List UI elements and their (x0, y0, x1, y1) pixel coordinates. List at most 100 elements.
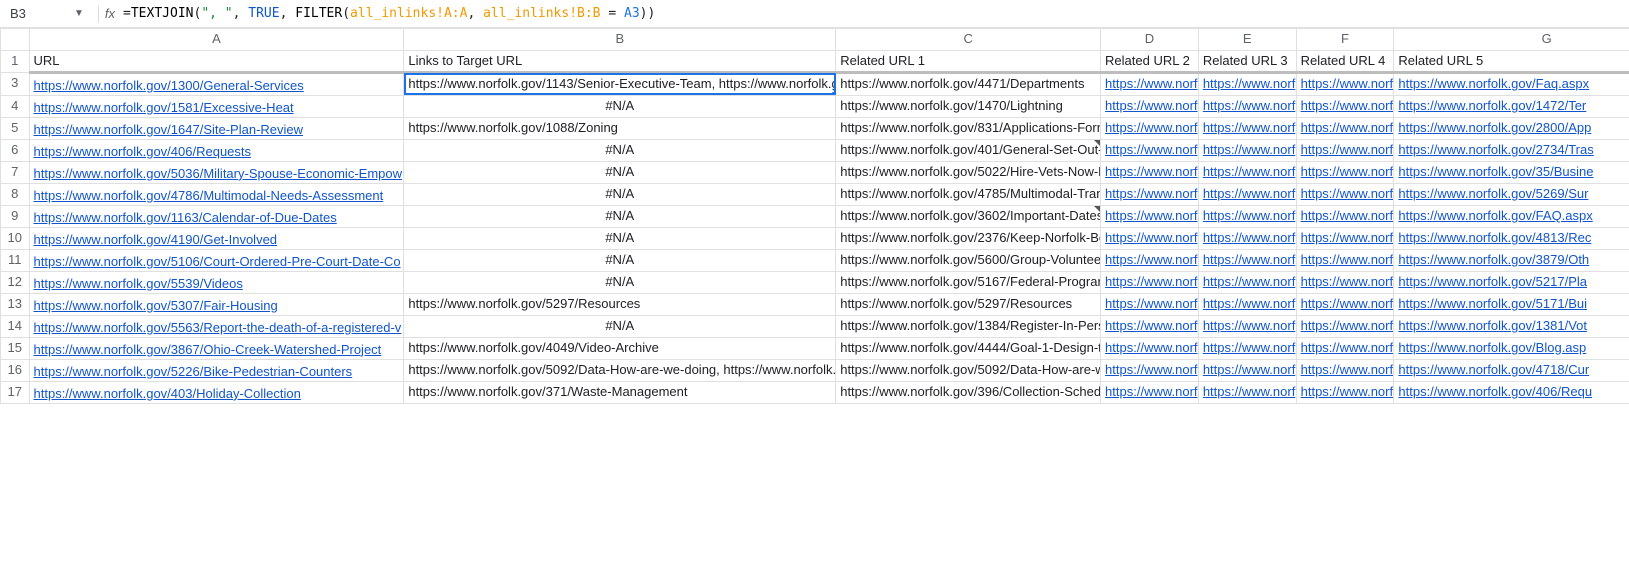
cell-B14[interactable]: #N/A (404, 315, 836, 337)
url-link[interactable]: https://www.norf (1203, 98, 1295, 113)
cell-G7[interactable]: https://www.norfolk.gov/35/Busine (1394, 161, 1629, 183)
cell-D16[interactable]: https://www.norf (1101, 359, 1199, 381)
cell-F14[interactable]: https://www.norf (1296, 315, 1394, 337)
cell-F8[interactable]: https://www.norf (1296, 183, 1394, 205)
cell-D15[interactable]: https://www.norf (1101, 337, 1199, 359)
cell-D7[interactable]: https://www.norf (1101, 161, 1199, 183)
cell-A15[interactable]: https://www.norfolk.gov/3867/Ohio-Creek-… (29, 337, 404, 359)
cell-D10[interactable]: https://www.norf (1101, 227, 1199, 249)
cell-G4[interactable]: https://www.norfolk.gov/1472/Ter (1394, 95, 1629, 117)
cell-F13[interactable]: https://www.norf (1296, 293, 1394, 315)
cell-D8[interactable]: https://www.norf (1101, 183, 1199, 205)
url-link[interactable]: https://www.norfolk.gov/406/Requests (34, 144, 252, 159)
row-header-12[interactable]: 12 (1, 271, 30, 293)
cell-C8[interactable]: https://www.norfolk.gov/4785/Multimodal-… (836, 183, 1101, 205)
cell-G9[interactable]: https://www.norfolk.gov/FAQ.aspx (1394, 205, 1629, 227)
cell-G15[interactable]: https://www.norfolk.gov/Blog.asp (1394, 337, 1629, 359)
url-link[interactable]: https://www.norfolk.gov/5269/Sur (1398, 186, 1588, 201)
url-link[interactable]: https://www.norf (1203, 208, 1295, 223)
cell-F10[interactable]: https://www.norf (1296, 227, 1394, 249)
cell-G1[interactable]: Related URL 5 (1394, 51, 1629, 73)
cell-B3[interactable]: https://www.norfolk.gov/1143/Senior-Exec… (404, 73, 836, 96)
url-link[interactable]: https://www.norfolk.gov/1381/Vot (1398, 318, 1587, 333)
url-link[interactable]: https://www.norfolk.gov/5171/Bui (1398, 296, 1587, 311)
cell-D5[interactable]: https://www.norf (1101, 117, 1199, 139)
url-link[interactable]: https://www.norf (1203, 296, 1295, 311)
cell-B7[interactable]: #N/A (404, 161, 836, 183)
url-link[interactable]: https://www.norf (1301, 76, 1393, 91)
col-header-A[interactable]: A (29, 29, 404, 51)
row-header-1[interactable]: 1 (1, 51, 30, 73)
cell-F1[interactable]: Related URL 4 (1296, 51, 1394, 73)
url-link[interactable]: https://www.norf (1105, 164, 1197, 179)
cell-A8[interactable]: https://www.norfolk.gov/4786/Multimodal-… (29, 183, 404, 205)
cell-C10[interactable]: https://www.norfolk.gov/2376/Keep-Norfol… (836, 227, 1101, 249)
url-link[interactable]: https://www.norf (1203, 120, 1295, 135)
url-link[interactable]: https://www.norf (1203, 186, 1295, 201)
url-link[interactable]: https://www.norf (1203, 274, 1295, 289)
row-header-6[interactable]: 6 (1, 139, 30, 161)
cell-E10[interactable]: https://www.norf (1198, 227, 1296, 249)
cell-A4[interactable]: https://www.norfolk.gov/1581/Excessive-H… (29, 95, 404, 117)
cell-G8[interactable]: https://www.norfolk.gov/5269/Sur (1394, 183, 1629, 205)
cell-C7[interactable]: https://www.norfolk.gov/5022/Hire-Vets-N… (836, 161, 1101, 183)
url-link[interactable]: https://www.norfolk.gov/1472/Ter (1398, 98, 1586, 113)
cell-F16[interactable]: https://www.norf (1296, 359, 1394, 381)
url-link[interactable]: https://www.norf (1301, 362, 1393, 377)
cell-D11[interactable]: https://www.norf (1101, 249, 1199, 271)
cell-G17[interactable]: https://www.norfolk.gov/406/Requ (1394, 381, 1629, 403)
col-header-F[interactable]: F (1296, 29, 1394, 51)
cell-E9[interactable]: https://www.norf (1198, 205, 1296, 227)
url-link[interactable]: https://www.norf (1301, 340, 1393, 355)
url-link[interactable]: https://www.norf (1301, 318, 1393, 333)
cell-C12[interactable]: https://www.norfolk.gov/5167/Federal-Pro… (836, 271, 1101, 293)
row-header-8[interactable]: 8 (1, 183, 30, 205)
row-header-17[interactable]: 17 (1, 381, 30, 403)
cell-A9[interactable]: https://www.norfolk.gov/1163/Calendar-of… (29, 205, 404, 227)
url-link[interactable]: https://www.norfolk.gov/Blog.asp (1398, 340, 1586, 355)
cell-C15[interactable]: https://www.norfolk.gov/4444/Goal-1-Desi… (836, 337, 1101, 359)
col-header-E[interactable]: E (1198, 29, 1296, 51)
cell-E6[interactable]: https://www.norf (1198, 139, 1296, 161)
cell-C16[interactable]: https://www.norfolk.gov/5092/Data-How-ar… (836, 359, 1101, 381)
url-link[interactable]: https://www.norf (1301, 296, 1393, 311)
url-link[interactable]: https://www.norf (1301, 384, 1393, 399)
cell-A7[interactable]: https://www.norfolk.gov/5036/Military-Sp… (29, 161, 404, 183)
cell-D9[interactable]: https://www.norf (1101, 205, 1199, 227)
cell-C3[interactable]: https://www.norfolk.gov/4471/Departments (836, 73, 1101, 96)
cell-A10[interactable]: https://www.norfolk.gov/4190/Get-Involve… (29, 227, 404, 249)
cell-G10[interactable]: https://www.norfolk.gov/4813/Rec (1394, 227, 1629, 249)
row-header-5[interactable]: 5 (1, 117, 30, 139)
fill-handle[interactable] (832, 92, 836, 96)
cell-A11[interactable]: https://www.norfolk.gov/5106/Court-Order… (29, 249, 404, 271)
cell-C13[interactable]: https://www.norfolk.gov/5297/Resources (836, 293, 1101, 315)
url-link[interactable]: https://www.norf (1203, 142, 1295, 157)
url-link[interactable]: https://www.norf (1105, 120, 1197, 135)
url-link[interactable]: https://www.norfolk.gov/FAQ.aspx (1398, 208, 1592, 223)
row-header-10[interactable]: 10 (1, 227, 30, 249)
url-link[interactable]: https://www.norf (1301, 252, 1393, 267)
url-link[interactable]: https://www.norfolk.gov/5106/Court-Order… (34, 254, 401, 269)
url-link[interactable]: https://www.norf (1203, 362, 1295, 377)
url-link[interactable]: https://www.norf (1105, 274, 1197, 289)
cell-F9[interactable]: https://www.norf (1296, 205, 1394, 227)
url-link[interactable]: https://www.norfolk.gov/1163/Calendar-of… (34, 210, 337, 225)
url-link[interactable]: https://www.norf (1105, 340, 1197, 355)
url-link[interactable]: https://www.norf (1105, 252, 1197, 267)
url-link[interactable]: https://www.norf (1105, 208, 1197, 223)
cell-A1[interactable]: URL (29, 51, 404, 73)
cell-G13[interactable]: https://www.norfolk.gov/5171/Bui (1394, 293, 1629, 315)
cell-D14[interactable]: https://www.norf (1101, 315, 1199, 337)
cell-D6[interactable]: https://www.norf (1101, 139, 1199, 161)
url-link[interactable]: https://www.norfolk.gov/5563/Report-the-… (34, 320, 402, 335)
cell-B5[interactable]: https://www.norfolk.gov/1088/Zoning (404, 117, 836, 139)
cell-E4[interactable]: https://www.norf (1198, 95, 1296, 117)
cell-E14[interactable]: https://www.norf (1198, 315, 1296, 337)
cell-E15[interactable]: https://www.norf (1198, 337, 1296, 359)
cell-D1[interactable]: Related URL 2 (1101, 51, 1199, 73)
url-link[interactable]: https://www.norfolk.gov/5226/Bike-Pedest… (34, 364, 353, 379)
cell-D12[interactable]: https://www.norf (1101, 271, 1199, 293)
url-link[interactable]: https://www.norfolk.gov/406/Requ (1398, 384, 1592, 399)
url-link[interactable]: https://www.norf (1105, 98, 1197, 113)
url-link[interactable]: https://www.norfolk.gov/3867/Ohio-Creek-… (34, 342, 382, 357)
